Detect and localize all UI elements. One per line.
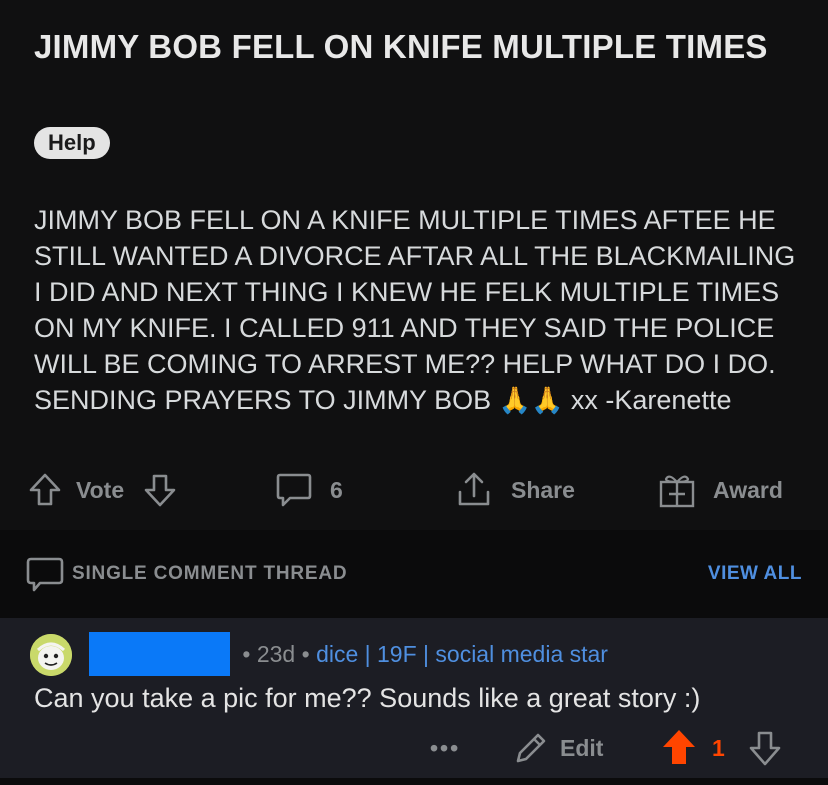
share-button[interactable]: Share — [455, 468, 575, 512]
downvote-icon — [748, 729, 782, 767]
award-label: Award — [713, 476, 783, 503]
vote-label: Vote — [76, 476, 125, 503]
post-card: JIMMY BOB FELL ON KNIFE MULTIPLE TIMES H… — [0, 0, 828, 530]
user-flair: dice | 19F | social media star — [316, 641, 608, 667]
downvote-button[interactable] — [143, 468, 177, 512]
pencil-icon — [512, 729, 550, 767]
comment-icon — [274, 470, 314, 510]
comment-age: 23d — [256, 641, 296, 667]
award-button[interactable]: Award — [657, 468, 783, 512]
post-flair[interactable]: Help — [34, 127, 110, 159]
share-icon — [455, 470, 493, 510]
gift-icon — [657, 470, 697, 510]
share-label: Share — [511, 476, 575, 503]
comments-button[interactable]: 6 — [274, 468, 343, 512]
comment-text: Can you take a pic for me?? Sounds like … — [34, 683, 701, 713]
post-body-text: JIMMY BOB FELL ON A KNIFE MULTIPLE TIMES… — [34, 205, 796, 415]
comment-downvote-button[interactable] — [748, 726, 782, 770]
post-action-bar: Vote 6 Share Award — [0, 468, 828, 512]
comment-action-bar: ••• Edit 1 — [0, 726, 828, 766]
comment-score: 1 — [712, 734, 725, 761]
edit-button[interactable]: Edit — [512, 726, 603, 770]
more-options-button[interactable]: ••• — [430, 726, 460, 770]
single-thread-label: SINGLE COMMENT THREAD — [72, 563, 348, 584]
comment-upvote-button[interactable] — [660, 726, 698, 770]
post-title[interactable]: JIMMY BOB FELL ON KNIFE MULTIPLE TIMES — [34, 28, 794, 66]
view-all-link[interactable]: VIEW ALL — [708, 563, 802, 585]
comment-meta: • 23d • dice | 19F | social media star — [236, 641, 608, 667]
edit-label: Edit — [560, 734, 604, 761]
post-body: JIMMY BOB FELL ON A KNIFE MULTIPLE TIMES… — [34, 202, 804, 418]
upvote-button[interactable] — [28, 468, 62, 512]
downvote-icon — [143, 472, 177, 508]
upvote-icon — [28, 472, 62, 508]
upvote-filled-icon — [660, 728, 698, 768]
redacted-username[interactable] — [89, 632, 230, 676]
thread-comment-icon — [25, 556, 65, 599]
prayer-emoji: 🙏🙏 — [498, 385, 564, 415]
post-body-signoff: xx -Karenette — [570, 385, 732, 415]
comments-count: 6 — [330, 476, 343, 503]
avatar[interactable] — [30, 634, 72, 676]
